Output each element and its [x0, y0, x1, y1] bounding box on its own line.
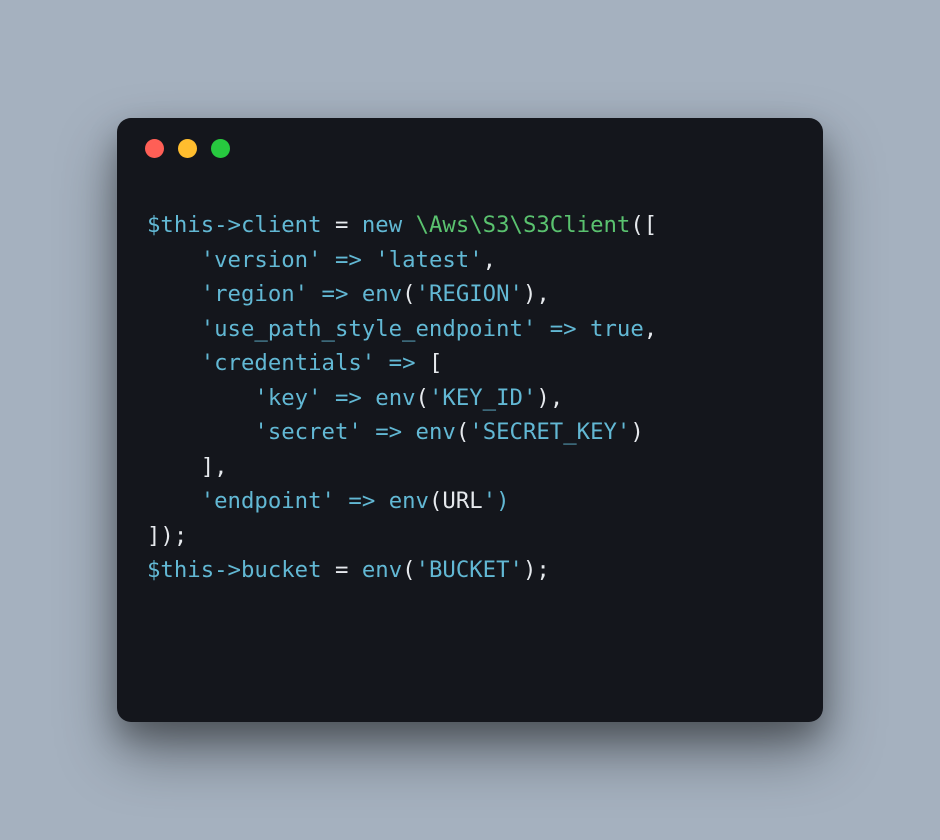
code-line: 'use_path_style_endpoint' => true, [147, 312, 793, 347]
code-token [322, 557, 335, 583]
code-line: 'version' => 'latest', [147, 243, 793, 278]
code-token: = [335, 557, 348, 583]
code-token [402, 419, 415, 445]
code-token: [ [416, 350, 443, 376]
code-token: ]); [147, 523, 187, 549]
code-token: 'endpoint' [201, 488, 335, 514]
code-token [335, 488, 348, 514]
code-token [362, 419, 375, 445]
code-indent [147, 350, 201, 376]
code-token: new [362, 212, 402, 238]
code-token: 'REGION' [416, 281, 523, 307]
code-line: 'credentials' => [ [147, 346, 793, 381]
code-token: 'BUCKET' [416, 557, 523, 583]
close-icon[interactable] [145, 139, 164, 158]
code-indent [147, 247, 201, 273]
code-token: => [335, 247, 362, 273]
code-token: 'region' [201, 281, 308, 307]
code-token: => [348, 488, 375, 514]
code-indent [147, 454, 201, 480]
code-token: ), [523, 281, 550, 307]
window-titlebar [117, 118, 823, 178]
code-indent [147, 281, 201, 307]
code-token: 'latest' [375, 247, 482, 273]
code-token: ) [630, 419, 643, 445]
code-token: ( [429, 488, 442, 514]
code-token: ); [523, 557, 550, 583]
code-token: ( [402, 557, 415, 583]
code-token: URL [442, 488, 482, 514]
code-token: -> [214, 557, 241, 583]
code-token [348, 281, 361, 307]
code-token: \Aws\S3\S3Client [416, 212, 631, 238]
code-token: => [550, 316, 577, 342]
code-token: env [362, 281, 402, 307]
code-line: 'key' => env('KEY_ID'), [147, 381, 793, 416]
code-token [322, 212, 335, 238]
code-token: , [483, 247, 496, 273]
code-token: ') [483, 488, 510, 514]
code-line: ]); [147, 519, 793, 554]
code-token: client [241, 212, 322, 238]
code-token [362, 385, 375, 411]
code-token: ], [201, 454, 228, 480]
code-line: ], [147, 450, 793, 485]
code-token: true [590, 316, 644, 342]
code-line: 'endpoint' => env(URL') [147, 484, 793, 519]
code-token [322, 385, 335, 411]
code-token [362, 247, 375, 273]
code-token: 'version' [201, 247, 322, 273]
code-indent [147, 385, 254, 411]
code-token: $this [147, 557, 214, 583]
code-indent [147, 316, 201, 342]
code-token: 'key' [254, 385, 321, 411]
code-token: env [389, 488, 429, 514]
code-token [375, 350, 388, 376]
code-token: => [335, 385, 362, 411]
code-indent [147, 419, 254, 445]
code-token: => [375, 419, 402, 445]
code-window: $this->client = new \Aws\S3\S3Client([ '… [117, 118, 823, 722]
code-token [577, 316, 590, 342]
code-indent [147, 488, 201, 514]
code-token: 'KEY_ID' [429, 385, 536, 411]
code-token [536, 316, 549, 342]
code-token: env [375, 385, 415, 411]
code-line: $this->bucket = env('BUCKET'); [147, 553, 793, 588]
code-token: => [389, 350, 416, 376]
code-token: ), [536, 385, 563, 411]
code-token: env [362, 557, 402, 583]
code-token [308, 281, 321, 307]
code-token: $this [147, 212, 214, 238]
code-content[interactable]: $this->client = new \Aws\S3\S3Client([ '… [117, 178, 823, 618]
code-token: 'use_path_style_endpoint' [201, 316, 537, 342]
code-token: 'SECRET_KEY' [469, 419, 630, 445]
minimize-icon[interactable] [178, 139, 197, 158]
code-token: -> [214, 212, 241, 238]
code-token [348, 557, 361, 583]
code-token: => [322, 281, 349, 307]
code-token: ( [416, 385, 429, 411]
code-token: , [644, 316, 657, 342]
maximize-icon[interactable] [211, 139, 230, 158]
code-token [322, 247, 335, 273]
code-token: ([ [630, 212, 657, 238]
code-token: ( [456, 419, 469, 445]
code-token: ( [402, 281, 415, 307]
code-line: $this->client = new \Aws\S3\S3Client([ [147, 208, 793, 243]
code-token: = [335, 212, 348, 238]
code-token: env [416, 419, 456, 445]
code-token [402, 212, 415, 238]
code-line: 'secret' => env('SECRET_KEY') [147, 415, 793, 450]
code-token [348, 212, 361, 238]
code-token: bucket [241, 557, 322, 583]
code-token: 'credentials' [201, 350, 376, 376]
code-line: 'region' => env('REGION'), [147, 277, 793, 312]
code-token: 'secret' [254, 419, 361, 445]
code-token [375, 488, 388, 514]
